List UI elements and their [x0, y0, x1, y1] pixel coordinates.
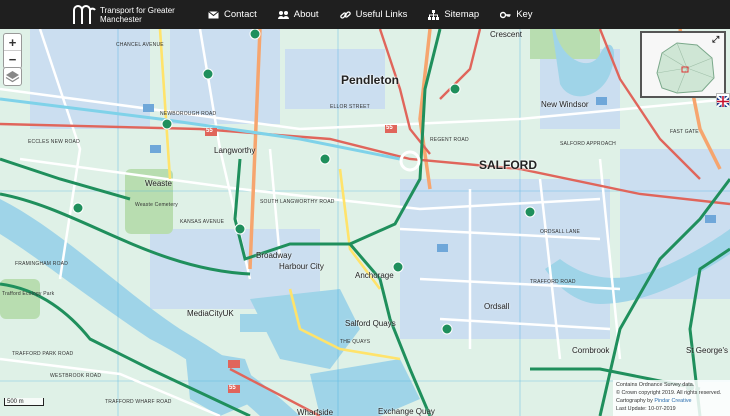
street-label: WESTBROOK ROAD: [50, 373, 102, 379]
users-icon: [277, 10, 289, 19]
label-langworthy: Langworthy: [214, 146, 256, 155]
scale-bar: 500 m: [4, 398, 44, 407]
uk-flag-icon[interactable]: [716, 93, 730, 108]
label-anchorage: Anchorage: [355, 271, 394, 280]
envelope-icon: [208, 10, 219, 18]
label-harbour-city: Harbour City: [279, 262, 324, 271]
layers-button[interactable]: [3, 67, 22, 86]
street-label: ECCLES NEW ROAD: [28, 139, 80, 145]
attribution-line-1: Contains Ordnance Survey data.: [616, 382, 695, 388]
route-55-label: 55: [206, 128, 213, 134]
label-mediacityuk: MediaCityUK: [187, 309, 234, 318]
tfgm-logo[interactable]: Transport for Greater Manchester: [72, 0, 180, 29]
key-icon: [500, 11, 511, 18]
attribution-prefix: Cartography by: [616, 398, 655, 404]
top-navbar: Transport for Greater Manchester Contact…: [0, 0, 730, 29]
street-label: KANSAS AVENUE: [180, 219, 225, 225]
nav-key-label: Key: [516, 9, 533, 20]
street-label: ELLOR STREET: [330, 104, 370, 110]
street-label: SOUTH LANGWORTHY ROAD: [260, 199, 335, 205]
route-55-label: 55: [229, 385, 236, 391]
nav-sitemap[interactable]: Sitemap: [428, 9, 479, 20]
label-pendleton: Pendleton: [341, 73, 400, 87]
nav-contact[interactable]: Contact: [208, 9, 257, 20]
nav-useful-links[interactable]: Useful Links: [339, 9, 408, 20]
street-label: THE QUAYS: [340, 339, 371, 345]
nav-useful-links-label: Useful Links: [355, 9, 408, 20]
street-label: REGENT ROAD: [430, 137, 469, 143]
sitemap-icon: [428, 9, 440, 20]
street-label: SALFORD APPROACH: [560, 141, 616, 147]
label-salford-quays: Salford Quays: [345, 319, 396, 328]
pindar-creative-link[interactable]: Pindar Creative: [654, 398, 691, 404]
label-weaste-cemetery: Weaste Cemetery: [135, 202, 178, 208]
attribution-line-2: © Crown copyright 2019. All rights reser…: [616, 390, 722, 396]
zoom-in-button[interactable]: +: [4, 34, 21, 51]
label-broadway: Broadway: [256, 251, 292, 260]
nav-about[interactable]: About: [277, 9, 319, 20]
street-label: TRAFFORD ROAD: [530, 279, 576, 285]
overview-minimap[interactable]: ⤢: [640, 31, 726, 98]
map-graphics[interactable]: [0, 29, 730, 416]
layers-icon: [5, 71, 20, 83]
logo-text: Transport for Greater Manchester: [100, 5, 175, 24]
minimap-toggle-icon[interactable]: ⤢: [712, 34, 722, 44]
street-label: FAST GATE: [670, 129, 699, 135]
street-label: CHANCEL AVENUE: [116, 42, 164, 48]
street-label: TRAFFORD WHARF ROAD: [105, 399, 172, 405]
zoom-control: + −: [3, 33, 22, 69]
label-exchange-quay: Exchange Quay: [378, 407, 435, 416]
label-wharfside: Wharfside: [297, 408, 334, 416]
label-trafford-ecology-park: Trafford Ecology Park: [2, 291, 55, 297]
route-55-label: 55: [386, 125, 393, 131]
label-weaste: Weaste: [145, 179, 172, 188]
map-attribution: Contains Ordnance Survey data. © Crown c…: [613, 380, 730, 416]
nav-sitemap-label: Sitemap: [444, 9, 480, 20]
tfgm-m-logo-icon: [73, 4, 96, 24]
zoom-out-button[interactable]: −: [4, 51, 21, 68]
attribution-last-update: Last Update: 10-07-2019: [616, 406, 676, 412]
street-label: NEWBOROUGH ROAD: [160, 111, 217, 117]
map-canvas[interactable]: Pendleton SALFORD New Windsor Langworthy…: [0, 29, 730, 416]
label-cornbrook: Cornbrook: [572, 346, 610, 355]
nav-key[interactable]: Key: [500, 9, 533, 20]
link-icon: [339, 10, 351, 19]
nav-about-label: About: [293, 9, 319, 20]
label-salford: SALFORD: [479, 158, 537, 172]
scale-label: 500 m: [4, 398, 44, 406]
label-ordsall: Ordsall: [484, 302, 510, 311]
street-label: ORDSALL LANE: [540, 229, 581, 235]
label-crescent: Crescent: [490, 30, 523, 39]
street-label: TRAFFORD PARK ROAD: [12, 351, 74, 357]
label-st-georges: St George's: [686, 346, 728, 355]
street-label: FRAMINGHAM ROAD: [15, 261, 68, 267]
nav-contact-label: Contact: [224, 9, 257, 20]
label-new-windsor: New Windsor: [541, 100, 589, 109]
